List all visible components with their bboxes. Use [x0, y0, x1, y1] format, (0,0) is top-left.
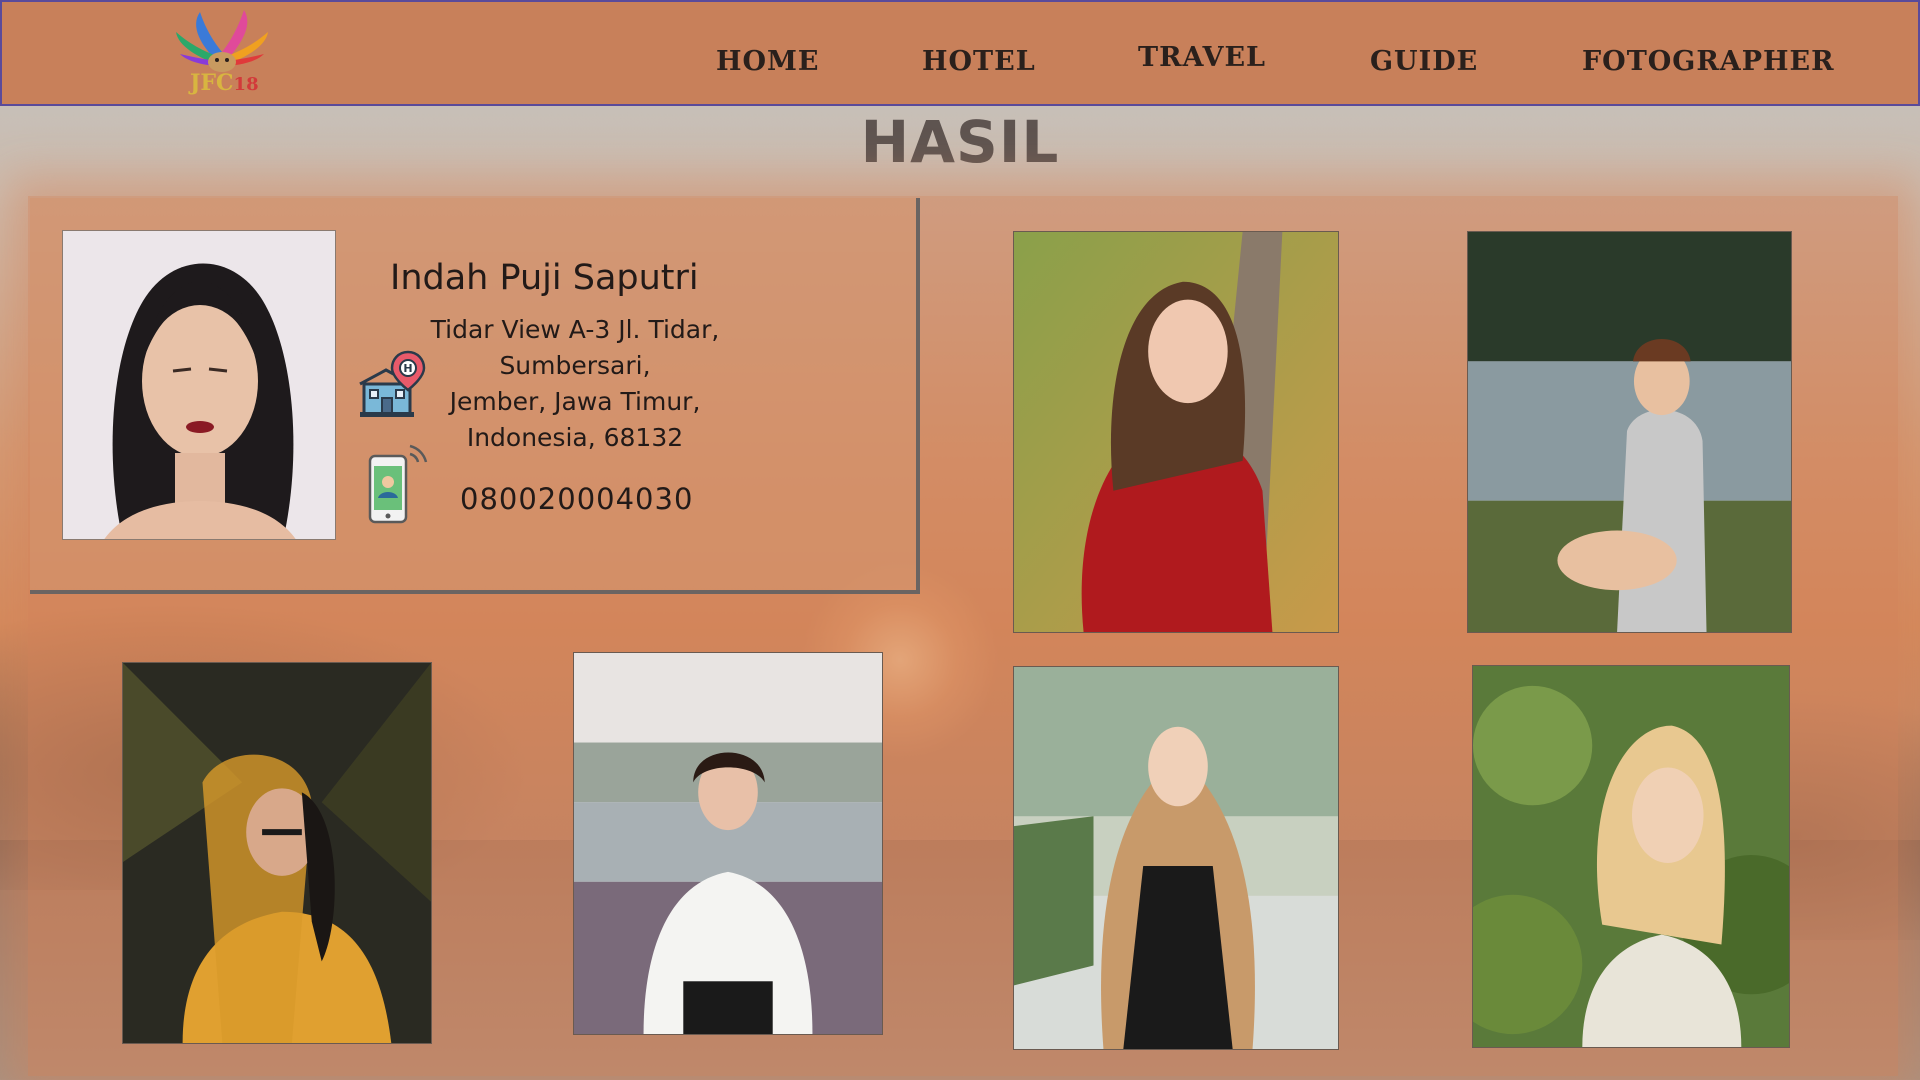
hotel-location-icon: H — [354, 350, 428, 420]
nav-hotel[interactable]: HOTEL — [922, 46, 1036, 77]
address-line: Sumbersari, — [499, 351, 651, 380]
nav-travel[interactable]: TRAVEL — [1138, 42, 1266, 73]
address-line: Jember, Jawa Timur, — [449, 387, 701, 416]
address-line: Tidar View A-3 Jl. Tidar, — [430, 315, 720, 344]
main-nav: HOME HOTEL TRAVEL GUIDE FOTOGRAPHER — [2, 42, 1920, 82]
portfolio-photo-2[interactable] — [1467, 231, 1792, 633]
portfolio-photo-4[interactable] — [573, 652, 883, 1035]
nav-guide[interactable]: GUIDE — [1370, 46, 1478, 77]
profile-address: Tidar View A-3 Jl. Tidar, Sumbersari, Je… — [420, 312, 730, 456]
profile-phone: 080020004030 — [460, 482, 694, 516]
address-line: Indonesia, 68132 — [466, 423, 684, 452]
nav-home[interactable]: HOME — [716, 46, 820, 77]
phone-contact-icon — [366, 440, 432, 526]
profile-avatar — [62, 230, 336, 540]
nav-fotographer[interactable]: FOTOGRAPHER — [1582, 46, 1835, 77]
profile-name: Indah Puji Saputri — [390, 258, 699, 298]
portfolio-photo-1[interactable] — [1013, 231, 1339, 633]
portfolio-photo-5[interactable] — [1013, 666, 1339, 1050]
portfolio-photo-6[interactable] — [1472, 665, 1790, 1048]
portfolio-photo-3[interactable] — [122, 662, 432, 1044]
page-title: HASIL — [860, 108, 1060, 176]
svg-text:H: H — [403, 362, 412, 375]
header-bar: JFC18 HOME HOTEL TRAVEL GUIDE FOTOGRAPHE… — [0, 0, 1920, 106]
